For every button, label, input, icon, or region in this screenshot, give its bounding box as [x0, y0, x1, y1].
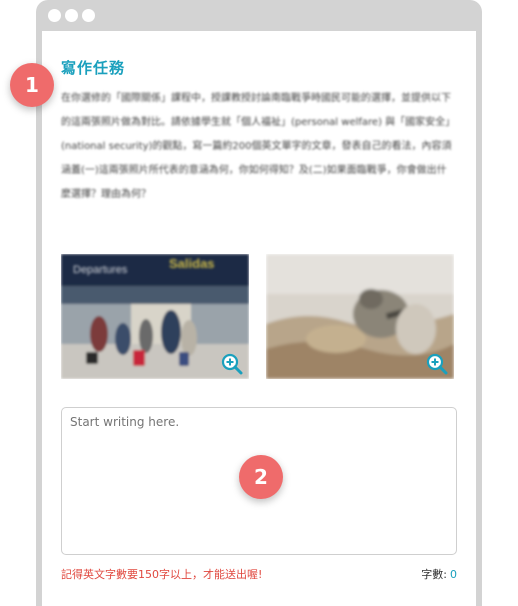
browser-window: 寫作任務 在你選修的「國際關係」課程中，授課教授討論南臨戰爭時國民可能的選擇，並… [36, 0, 482, 606]
window-dot-icon [82, 9, 95, 22]
word-count-hint: 記得英文字數要150字以上，才能送出喔! [61, 568, 263, 581]
step-marker-2: 2 [239, 455, 283, 499]
salidas-sign: Salidas [169, 256, 215, 271]
task-description: 在你選修的「國際關係」課程中，授課教授討論南臨戰爭時國民可能的選擇，並提供以下的… [61, 93, 452, 200]
word-count-label: 字數: [421, 568, 447, 581]
word-count-value: 0 [450, 568, 457, 581]
photo-soldier-combat[interactable] [266, 254, 454, 379]
window-dot-icon [65, 9, 78, 22]
word-count: 字數: 0 [421, 566, 457, 582]
departures-sign: Departures [73, 264, 128, 276]
content-panel: 寫作任務 在你選修的「國際關係」課程中，授課教授討論南臨戰爭時國民可能的選擇，並… [42, 31, 476, 606]
photo-airport-departures[interactable]: Departures Salidas [61, 254, 249, 379]
task-title: 寫作任務 [61, 59, 126, 77]
window-controls [48, 9, 95, 22]
step-marker-1: 1 [10, 63, 54, 107]
zoom-in-icon[interactable] [221, 353, 243, 375]
zoom-in-icon[interactable] [426, 353, 448, 375]
window-dot-icon [48, 9, 61, 22]
